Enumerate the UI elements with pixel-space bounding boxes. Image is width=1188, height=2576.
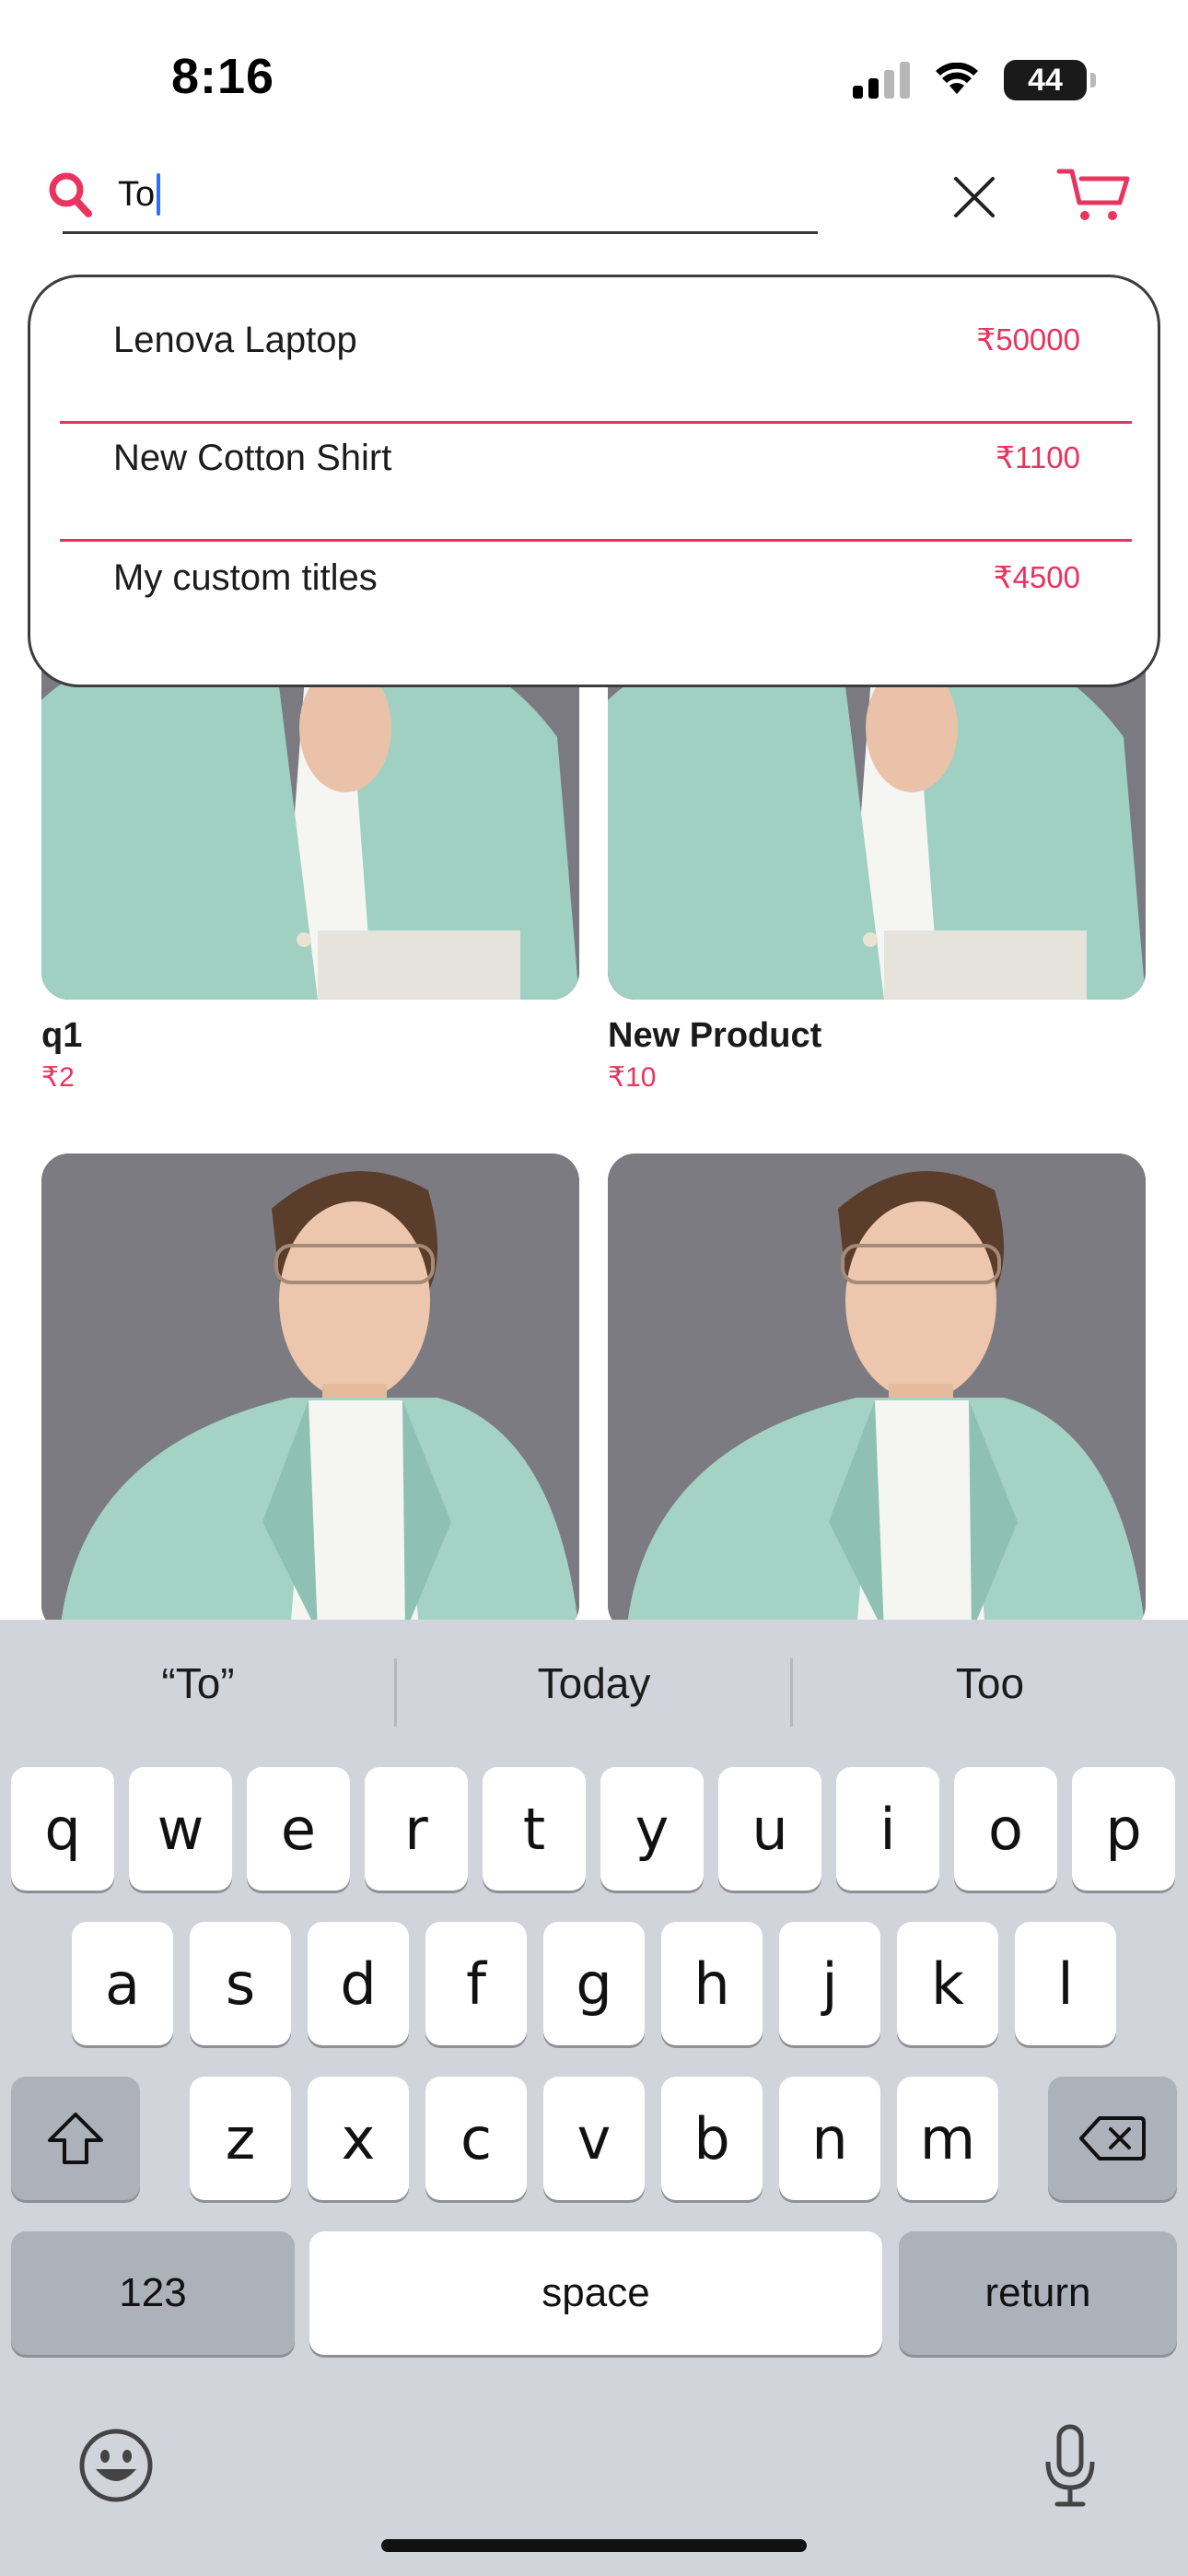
wifi-icon: [936, 63, 978, 94]
key-w[interactable]: w: [129, 1767, 232, 1891]
product-card[interactable]: [608, 1153, 1146, 1633]
text-cursor: [157, 173, 161, 216]
key-h[interactable]: h: [661, 1922, 763, 2045]
key-n[interactable]: n: [779, 2077, 880, 2200]
cart-icon[interactable]: [1055, 166, 1131, 227]
battery-level: 44: [1028, 62, 1063, 98]
key-v[interactable]: v: [543, 2077, 645, 2200]
product-card[interactable]: New Product ₹10: [608, 626, 1146, 1094]
key-y[interactable]: y: [600, 1767, 704, 1891]
key-r[interactable]: r: [365, 1767, 468, 1891]
prediction-item[interactable]: “To”: [0, 1658, 396, 1708]
microphone-icon[interactable]: [1041, 2423, 1100, 2508]
key-c[interactable]: c: [425, 2077, 527, 2200]
suggestion-price: ₹50000: [976, 322, 1080, 357]
product-image: [608, 1153, 1146, 1633]
prediction-item[interactable]: Too: [792, 1658, 1188, 1708]
predictive-text-bar: “To” Today Too: [0, 1620, 1188, 1763]
suggestion-name: New Cotton Shirt: [113, 438, 392, 478]
key-o[interactable]: o: [954, 1767, 1057, 1891]
suggestion-item[interactable]: New Cotton Shirt ₹1100: [30, 403, 1163, 521]
key-a[interactable]: a: [72, 1922, 173, 2045]
product-card[interactable]: [41, 1153, 579, 1633]
return-key[interactable]: return: [899, 2231, 1177, 2355]
suggestion-item[interactable]: Lenova Laptop ₹50000: [30, 285, 1163, 403]
home-indicator[interactable]: [381, 2539, 807, 2552]
product-name: New Product: [608, 1016, 822, 1055]
search-input[interactable]: To: [63, 160, 818, 234]
product-image: [41, 1153, 579, 1633]
status-indicators: 44: [853, 55, 1096, 105]
key-k[interactable]: k: [897, 1922, 998, 2045]
key-p[interactable]: p: [1072, 1767, 1175, 1891]
space-key[interactable]: space: [309, 2231, 882, 2355]
suggestion-item[interactable]: My custom titles ₹4500: [30, 522, 1163, 640]
key-e[interactable]: e: [247, 1767, 350, 1891]
key-q[interactable]: q: [11, 1767, 114, 1891]
suggestion-price: ₹1100: [996, 440, 1080, 474]
key-m[interactable]: m: [897, 2077, 998, 2200]
product-name: q1: [41, 1016, 83, 1055]
suggestion-price: ₹4500: [993, 560, 1080, 594]
status-bar: 8:16 44: [0, 0, 1188, 157]
search-suggestions-dropdown: Lenova Laptop ₹50000 New Cotton Shirt ₹1…: [28, 275, 1160, 687]
search-header: To: [0, 157, 1188, 249]
search-input-value: To: [118, 173, 161, 216]
key-d[interactable]: d: [308, 1922, 409, 2045]
status-time: 8:16: [171, 49, 275, 104]
key-b[interactable]: b: [661, 2077, 763, 2200]
suggestion-name: Lenova Laptop: [113, 320, 357, 360]
numbers-key[interactable]: 123: [11, 2231, 295, 2355]
keyboard: “To” Today Too q w e r t y u i o p a s d…: [0, 1620, 1188, 2576]
key-t[interactable]: t: [483, 1767, 586, 1891]
close-icon[interactable]: [949, 171, 1000, 223]
backspace-icon: [1079, 2116, 1146, 2160]
shift-icon: [48, 2113, 103, 2164]
shift-key[interactable]: [11, 2077, 140, 2200]
product-card[interactable]: q1 ₹2: [41, 626, 579, 1094]
key-g[interactable]: g: [543, 1922, 645, 2045]
product-price: ₹10: [608, 1062, 657, 1093]
prediction-item[interactable]: Today: [396, 1658, 792, 1708]
key-f[interactable]: f: [425, 1922, 527, 2045]
battery-icon: 44: [1004, 60, 1096, 100]
search-query: To: [118, 174, 156, 214]
product-price: ₹2: [41, 1062, 75, 1093]
key-l[interactable]: l: [1015, 1922, 1116, 2045]
key-u[interactable]: u: [718, 1767, 821, 1891]
key-i[interactable]: i: [836, 1767, 939, 1891]
suggestion-name: My custom titles: [113, 557, 378, 598]
cellular-signal-icon: [853, 62, 910, 99]
emoji-icon[interactable]: [77, 2427, 155, 2504]
key-z[interactable]: z: [190, 2077, 291, 2200]
key-s[interactable]: s: [190, 1922, 291, 2045]
backspace-key[interactable]: [1048, 2077, 1177, 2200]
key-x[interactable]: x: [308, 2077, 409, 2200]
key-j[interactable]: j: [779, 1922, 880, 2045]
